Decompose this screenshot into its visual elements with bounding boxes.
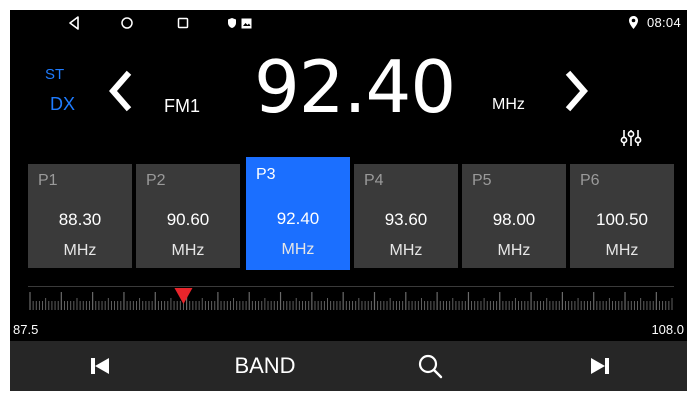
- preset-p5[interactable]: P5 98.00 MHz: [462, 164, 566, 268]
- image-notification-icon: [238, 15, 254, 31]
- frequency-unit: MHz: [492, 96, 525, 113]
- recents-icon[interactable]: [175, 15, 191, 31]
- preset-name: P6: [580, 172, 600, 189]
- seek-next-button[interactable]: [557, 66, 597, 116]
- preset-name: P5: [472, 172, 492, 189]
- clock: 08:04: [646, 15, 681, 30]
- band-indicator: FM1: [164, 96, 200, 116]
- skip-previous-button[interactable]: [60, 341, 140, 391]
- equalizer-button[interactable]: [620, 128, 642, 153]
- preset-frequency: 98.00: [492, 210, 536, 229]
- equalizer-icon: [620, 130, 642, 146]
- scale-max-label: 108.0: [651, 322, 684, 337]
- preset-p2[interactable]: P2 90.60 MHz: [136, 164, 240, 268]
- location-icon: [628, 15, 639, 35]
- home-icon[interactable]: [119, 15, 135, 31]
- preset-unit: MHz: [281, 241, 315, 258]
- preset-frequency: 90.60: [166, 210, 210, 229]
- preset-name: P2: [146, 172, 166, 189]
- preset-frequency: 92.40: [276, 209, 320, 228]
- preset-unit: MHz: [63, 242, 97, 259]
- scale-min-label: 87.5: [13, 322, 39, 337]
- preset-p3[interactable]: P3 92.40 MHz: [246, 157, 350, 270]
- dial-scale: [29, 288, 673, 310]
- skip-next-button[interactable]: [560, 341, 640, 391]
- preset-name: P4: [364, 172, 384, 189]
- preset-unit: MHz: [171, 242, 205, 259]
- preset-unit: MHz: [497, 242, 531, 259]
- preset-unit: MHz: [389, 242, 423, 259]
- dx-indicator[interactable]: DX: [50, 94, 75, 115]
- radio-screen: 08:04 ST DX FM1 92.40 MHz P1 88.30 MHz P…: [10, 10, 687, 391]
- preset-name: P3: [256, 166, 276, 183]
- preset-name: P1: [38, 172, 58, 189]
- search-button[interactable]: [390, 341, 470, 391]
- preset-frequency: 93.60: [384, 210, 428, 229]
- bottom-control-bar: BAND: [10, 341, 687, 391]
- preset-frequency: 100.50: [596, 210, 648, 229]
- search-icon: [418, 354, 443, 379]
- chevron-left-icon: [109, 70, 132, 112]
- preset-list: P1 88.30 MHz P2 90.60 MHz P3 92.40 MHz P…: [28, 157, 674, 270]
- preset-p4[interactable]: P4 93.60 MHz: [354, 164, 458, 268]
- preset-unit: MHz: [605, 242, 639, 259]
- preset-p6[interactable]: P6 100.50 MHz: [570, 164, 674, 268]
- chevron-right-icon: [565, 70, 588, 112]
- preset-frequency: 88.30: [58, 210, 102, 229]
- band-button[interactable]: BAND: [215, 341, 315, 391]
- band-button-label: BAND: [234, 353, 296, 378]
- current-frequency: 92.40: [254, 45, 456, 129]
- tuning-dial[interactable]: [28, 280, 674, 316]
- back-icon[interactable]: [66, 15, 82, 31]
- seek-prev-button[interactable]: [100, 66, 140, 116]
- skip-previous-icon: [91, 358, 109, 374]
- stereo-indicator: ST: [45, 66, 65, 83]
- status-bar: 08:04: [10, 10, 687, 36]
- preset-p1[interactable]: P1 88.30 MHz: [28, 164, 132, 268]
- skip-next-icon: [591, 358, 609, 374]
